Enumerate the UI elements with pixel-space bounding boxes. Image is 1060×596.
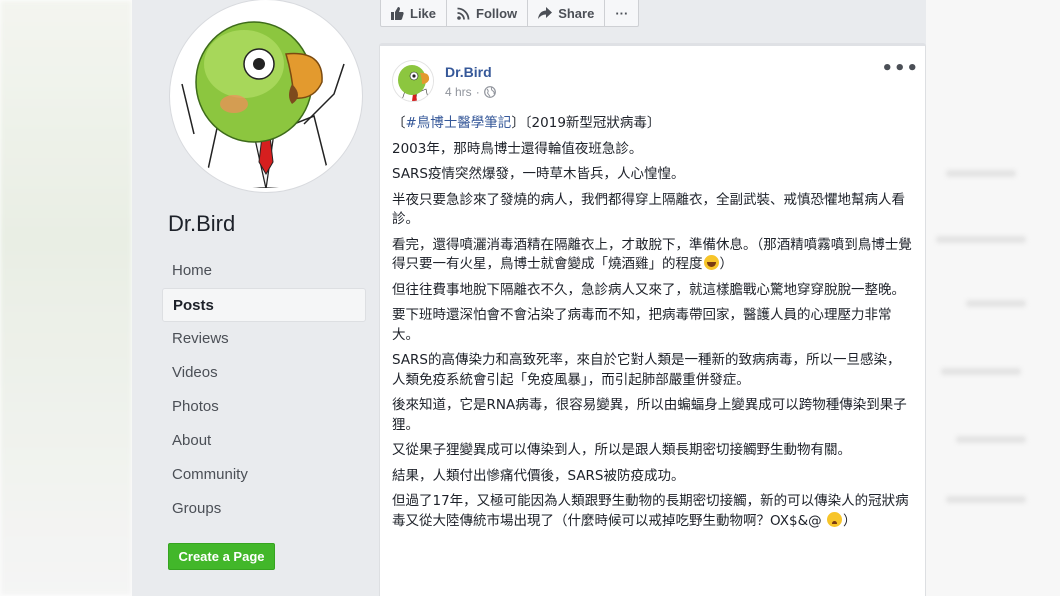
post-paragraph-3: 半夜只要急診來了發燒的病人，我們都得穿上隔離衣，全副武裝、戒慎恐懼地幫病人看診。 — [392, 191, 905, 228]
more-options-button[interactable]: ··· — [605, 0, 638, 26]
meta-separator: · — [475, 85, 480, 99]
nav-item-groups[interactable]: Groups — [162, 492, 366, 526]
post-meta: 4 hrs · — [445, 85, 496, 99]
profile-picture[interactable] — [170, 0, 362, 192]
like-label: Like — [410, 5, 437, 21]
post-paragraph-11: 但過了17年，又極可能因為人類跟野生動物的長期密切接觸，新的可以傳染人的冠狀病毒… — [392, 492, 912, 531]
post-timestamp[interactable]: 4 hrs — [445, 85, 472, 99]
post-paragraph-10: 結果，人類付出慘痛代價後，SARS被防疫成功。 — [392, 467, 685, 484]
share-label: Share — [558, 5, 595, 21]
page-action-bar: Like Follow Share ··· — [380, 0, 640, 27]
post-paragraph-9: 又從果子狸變異成可以傳染到人，所以是跟人類長期密切接觸野生動物有關。 — [392, 442, 851, 458]
nav-item-posts[interactable]: Posts — [162, 288, 366, 322]
side-navigation: Home Posts Reviews Videos Photos About C… — [162, 254, 366, 526]
parrot-doctor-illustration — [174, 4, 358, 188]
like-button[interactable]: Like — [381, 0, 448, 26]
laughing-emoji-icon — [703, 255, 719, 270]
post-author-avatar[interactable] — [392, 60, 434, 102]
share-arrow-icon — [538, 7, 553, 19]
facebook-page: Dr.Bird Home Posts Reviews Videos Photos… — [132, 0, 926, 596]
share-button[interactable]: Share — [528, 0, 606, 26]
hashtag-link[interactable]: #鳥博士醫學筆記 — [406, 115, 512, 131]
tag-rest: 〕〔2019新型冠狀病毒〕 — [511, 115, 661, 131]
post-paragraph-1: 2003年，那時鳥博士還得輪值夜班急診。 — [392, 140, 643, 157]
post-paragraph-4-end: ） — [719, 256, 734, 272]
post-paragraph-6: 要下班時還深怕會不會沾染了病毒而不知，把病毒帶回家，醫護人員的心理壓力非常大。 — [392, 307, 892, 343]
post-author-name[interactable]: Dr.Bird — [445, 64, 492, 80]
post-body: 〔#鳥博士醫學筆記〕〔2019新型冠狀病毒〕 2003年，那時鳥博士還得輪值夜班… — [392, 114, 912, 537]
follow-button[interactable]: Follow — [447, 0, 529, 26]
post-paragraph-7: SARS的高傳染力和高致死率，來自於它對人類是一種新的致病病毒，所以一旦感染，人… — [392, 352, 901, 388]
post-paragraph-8: 後來知道，它是RNA病毒，很容易變異，所以由蝙蝠身上變異成可以跨物種傳染到果子狸… — [392, 397, 907, 433]
globe-icon[interactable] — [483, 86, 496, 98]
worried-emoji-icon — [826, 511, 842, 527]
tag-bracket-open: 〔 — [392, 115, 406, 131]
nav-item-photos[interactable]: Photos — [162, 390, 366, 424]
nav-item-videos[interactable]: Videos — [162, 356, 366, 390]
post-paragraph-2: SARS疫情突然爆發，一時草木皆兵，人心惶惶。 — [392, 166, 685, 182]
page-name[interactable]: Dr.Bird — [168, 211, 235, 237]
blurred-background-right — [926, 0, 1060, 596]
post-paragraph-11-end: ） — [842, 512, 857, 529]
post-card: Dr.Bird 4 hrs · ••• 〔#鳥博士醫學筆記〕〔2019新型冠狀病… — [379, 43, 926, 596]
post-more-options-button[interactable]: ••• — [881, 58, 919, 79]
post-paragraph-4: 看完，還得噴灑消毒酒精在隔離衣上，才敢脫下，準備休息。（那酒精噴霧噴到鳥博士覺得… — [392, 236, 912, 275]
rss-icon — [457, 7, 470, 20]
parrot-avatar-icon — [393, 61, 433, 101]
more-options-label: ··· — [615, 5, 629, 21]
post-paragraph-5: 但往往費事地脫下隔離衣不久，急診病人又來了，就這樣膽戰心驚地穿穿脫脫一整晚。 — [392, 281, 905, 298]
nav-item-home[interactable]: Home — [162, 254, 366, 288]
nav-item-about[interactable]: About — [162, 424, 366, 458]
post-tags: 〔#鳥博士醫學筆記〕〔2019新型冠狀病毒〕 — [392, 114, 912, 134]
follow-label: Follow — [476, 5, 518, 21]
blurred-background-left — [0, 0, 132, 596]
nav-item-community[interactable]: Community — [162, 458, 366, 492]
create-page-button[interactable]: Create a Page — [168, 543, 275, 570]
post-paragraph-4-text: 看完，還得噴灑消毒酒精在隔離衣上，才敢脫下，準備休息。（那酒精噴霧噴到鳥博士覺得… — [392, 236, 912, 273]
thumbs-up-icon — [391, 6, 404, 20]
nav-item-reviews[interactable]: Reviews — [162, 322, 366, 356]
